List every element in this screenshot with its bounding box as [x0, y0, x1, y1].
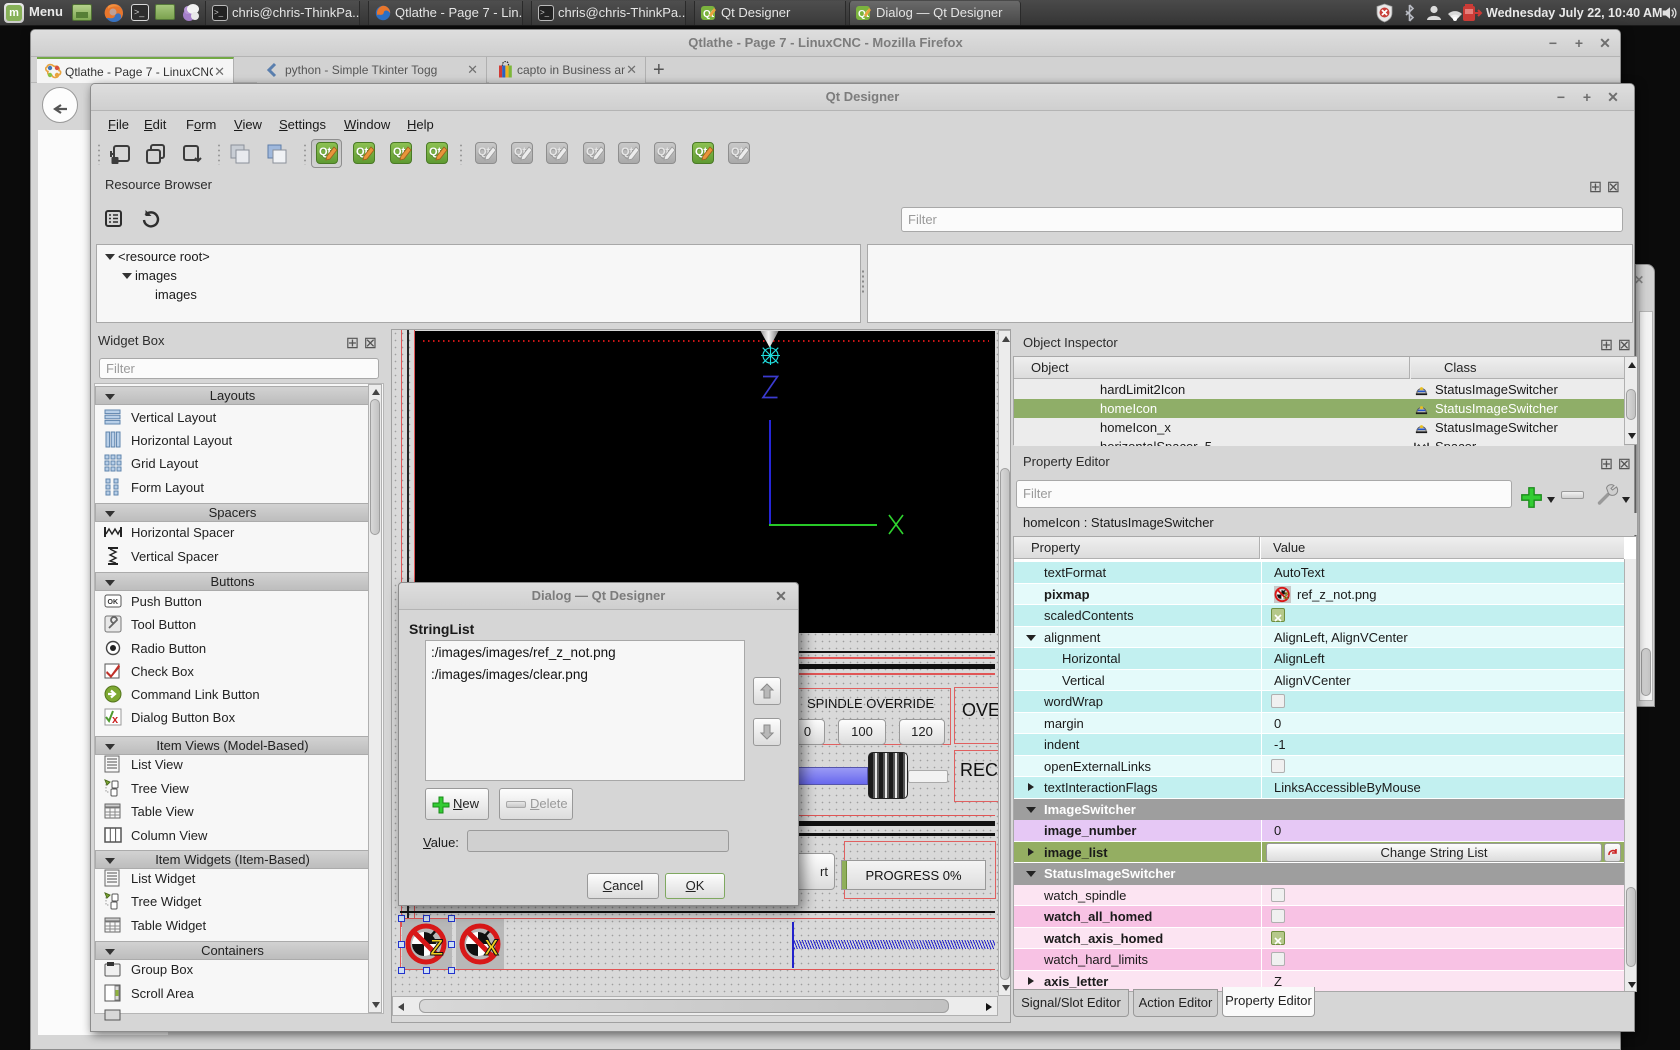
svg-text:OK: OK — [108, 599, 119, 606]
svg-text:Z: Z — [1284, 591, 1289, 600]
svg-text:X: X — [484, 935, 499, 960]
svg-text:x: x — [112, 714, 119, 726]
svg-text:Z: Z — [430, 935, 443, 960]
